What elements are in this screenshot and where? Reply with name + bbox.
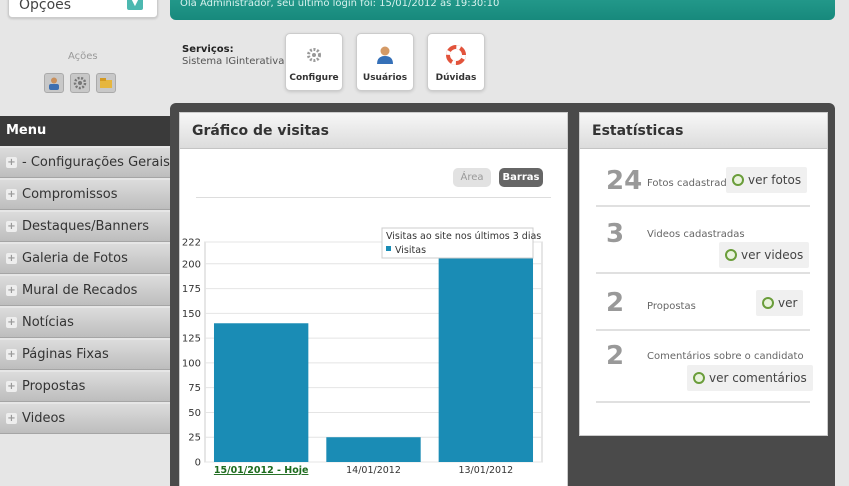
ver-videos-link[interactable]: ver videos bbox=[719, 242, 810, 268]
link-label: ver videos bbox=[741, 248, 804, 262]
lifebuoy-icon bbox=[445, 44, 467, 66]
chevron-down-icon[interactable]: ▼ bbox=[127, 0, 143, 10]
ver-comentarios-link[interactable]: ver comentários bbox=[687, 365, 813, 391]
stat-row-propostas: 2 Propostas ver bbox=[596, 276, 810, 331]
options-select[interactable]: Opções ▼ bbox=[8, 0, 158, 18]
bar bbox=[438, 253, 534, 462]
gear-icon[interactable] bbox=[70, 73, 90, 93]
magnifier-icon bbox=[732, 174, 744, 186]
link-label: ver comentários bbox=[709, 371, 807, 385]
menu-item-label: Galeria de Fotos bbox=[22, 251, 128, 266]
y-tick-label: 175 bbox=[182, 284, 201, 295]
menu-item-label: - Configurações Gerais bbox=[22, 155, 170, 170]
stat-label: Videos cadastradas bbox=[647, 229, 745, 240]
duvidas-button[interactable]: Dúvidas bbox=[427, 33, 485, 91]
y-tick-label: 150 bbox=[182, 309, 201, 320]
ver-fotos-link[interactable]: ver fotos bbox=[726, 167, 808, 193]
options-select-label: Opções bbox=[19, 0, 72, 13]
sidebar-menu: + - Configurações Gerais + Compromissos + D… bbox=[0, 148, 170, 436]
magnifier-icon bbox=[725, 249, 737, 261]
y-tick-label: 100 bbox=[182, 358, 201, 369]
visits-chart: 0 25 50 75 100 125 150 175 200 222 15/01/2012 - Ho… bbox=[182, 227, 543, 476]
menu-item-label: Mural de Recados bbox=[22, 283, 138, 298]
grafico-title: Gráfico de visitas bbox=[180, 113, 567, 149]
link-label: ver fotos bbox=[748, 173, 802, 187]
servicos-subtitle: Sistema IGinterativa bbox=[182, 56, 285, 67]
menu-header: Menu bbox=[0, 116, 170, 146]
estatisticas-title: Estatísticas bbox=[580, 113, 827, 149]
y-tick-label: 75 bbox=[188, 383, 201, 394]
stat-count: 24 bbox=[606, 166, 643, 196]
usuarios-label: Usuários bbox=[362, 73, 408, 83]
acoes-title: Ações bbox=[68, 51, 98, 62]
stat-label: Fotos cadastradas bbox=[647, 178, 739, 189]
menu-item-videos[interactable]: + Videos bbox=[0, 404, 170, 434]
stat-count: 2 bbox=[606, 288, 625, 318]
plus-icon: + bbox=[6, 157, 17, 168]
plus-icon: + bbox=[6, 189, 17, 200]
ver-propostas-link[interactable]: ver bbox=[756, 290, 804, 316]
stat-count: 2 bbox=[606, 341, 625, 371]
y-tick-label: 200 bbox=[182, 259, 201, 270]
menu-item-destaques[interactable]: + Destaques/Banners bbox=[0, 212, 170, 242]
stat-row-videos: 3 Videos cadastradas ver videos bbox=[596, 209, 810, 274]
menu-item-label: Notícias bbox=[22, 315, 74, 330]
y-tick-label: 125 bbox=[182, 334, 201, 345]
servicos-title: Serviços: bbox=[182, 44, 234, 55]
divider bbox=[196, 197, 551, 198]
plus-icon: + bbox=[6, 317, 17, 328]
legend-series-label: Visitas bbox=[395, 245, 426, 256]
usuarios-button[interactable]: Usuários bbox=[356, 33, 414, 91]
welcome-banner: Olá Administrador, seu último login foi:… bbox=[170, 0, 835, 20]
y-tick-label: 25 bbox=[188, 433, 201, 444]
last-login-text: Olá Administrador, seu último login foi:… bbox=[180, 0, 500, 9]
link-label: ver bbox=[778, 296, 798, 310]
acoes-toolbar bbox=[44, 73, 116, 93]
menu-item-label: Propostas bbox=[22, 379, 86, 394]
magnifier-icon bbox=[693, 372, 705, 384]
plus-icon: + bbox=[6, 413, 17, 424]
plus-icon: + bbox=[6, 253, 17, 264]
menu-item-mural[interactable]: + Mural de Recados bbox=[0, 276, 170, 306]
configure-label: Configure bbox=[289, 73, 339, 83]
bar bbox=[326, 437, 421, 462]
y-tick-label: 50 bbox=[188, 408, 201, 419]
plus-icon: + bbox=[6, 349, 17, 360]
stat-label: Comentários sobre o candidato bbox=[647, 351, 804, 362]
y-tick-label: 222 bbox=[182, 238, 201, 249]
toggle-area-button[interactable]: Área bbox=[453, 168, 491, 187]
legend-title: Visitas ao site nos últimos 3 dias bbox=[386, 231, 541, 242]
magnifier-icon bbox=[762, 297, 774, 309]
gear-icon bbox=[303, 44, 325, 66]
x-tick-label: 14/01/2012 bbox=[346, 465, 401, 476]
x-tick-label: 15/01/2012 - Hoje bbox=[214, 465, 309, 476]
menu-item-paginas[interactable]: + Páginas Fixas bbox=[0, 340, 170, 370]
y-tick-label: 0 bbox=[195, 458, 201, 469]
stat-row-comentarios: 2 Comentários sobre o candidato ver come… bbox=[596, 333, 813, 403]
menu-item-label: Destaques/Banners bbox=[22, 219, 149, 234]
plus-icon: + bbox=[6, 381, 17, 392]
menu-item-label: Páginas Fixas bbox=[22, 347, 109, 362]
stat-label: Propostas bbox=[647, 301, 696, 312]
menu-item-label: Videos bbox=[22, 411, 66, 426]
menu-item-galeria[interactable]: + Galeria de Fotos bbox=[0, 244, 170, 274]
menu-item-noticias[interactable]: + Notícias bbox=[0, 308, 170, 338]
menu-item-compromissos[interactable]: + Compromissos bbox=[0, 180, 170, 210]
plus-icon: + bbox=[6, 285, 17, 296]
folder-icon[interactable] bbox=[96, 73, 116, 93]
menu-item-label: Compromissos bbox=[22, 187, 118, 202]
menu-item-configuracoes[interactable]: + - Configurações Gerais bbox=[0, 148, 170, 178]
x-tick-label: 13/01/2012 bbox=[458, 465, 513, 476]
user-icon bbox=[374, 44, 396, 66]
menu-item-propostas[interactable]: + Propostas bbox=[0, 372, 170, 402]
configure-button[interactable]: Configure bbox=[285, 33, 343, 91]
toggle-barras-button[interactable]: Barras bbox=[499, 168, 543, 187]
bar bbox=[213, 323, 309, 462]
profile-icon[interactable] bbox=[44, 73, 64, 93]
stat-count: 3 bbox=[606, 219, 625, 249]
legend-swatch bbox=[386, 246, 391, 251]
plus-icon: + bbox=[6, 221, 17, 232]
duvidas-label: Dúvidas bbox=[435, 73, 477, 83]
stat-row-fotos: 24 Fotos cadastradas ver fotos bbox=[596, 160, 810, 207]
